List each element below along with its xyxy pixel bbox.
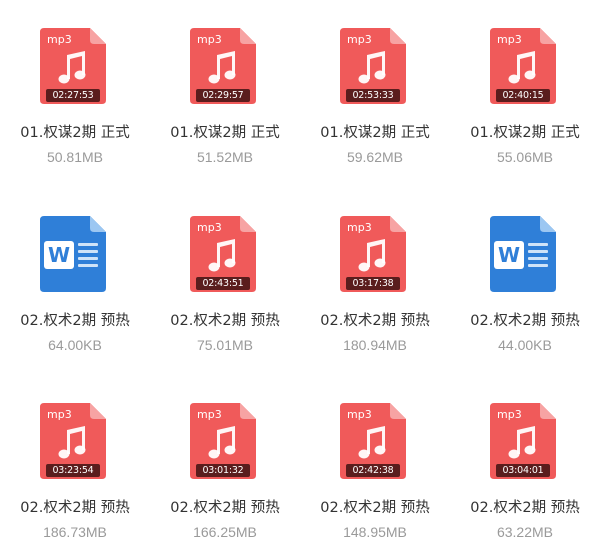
file-item[interactable]: mp3 03:23:54 02.权术2期 预热 186.73MB [0,375,150,554]
file-name: 02.权术2期 预热 [320,313,430,329]
file-name: 01.权谋2期 正式 [320,125,430,141]
file-size: 50.81MB [46,149,104,165]
duration-badge: 02:29:57 [196,89,250,102]
file-item[interactable]: mp3 02:53:33 01.权谋2期 正式 59.62MB [300,0,450,180]
file-size: 44.00KB [498,337,552,353]
file-item[interactable]: mp3 02:29:57 01.权谋2期 正式 51.52MB [150,0,300,180]
word-file-icon: W [40,216,106,292]
file-size: 186.73MB [43,524,107,540]
duration-badge: 03:01:32 [196,464,250,477]
file-name: 02.权术2期 预热 [20,313,130,329]
file-ext-label: mp3 [497,33,522,46]
file-item[interactable]: mp3 02:42:38 02.权术2期 预热 148.95MB [300,375,450,554]
file-item[interactable]: W 02.权术2期 预热 44.00KB [450,188,600,368]
file-name: 01.权谋2期 正式 [20,125,130,141]
mp3-file-icon: mp3 03:17:38 [340,216,406,292]
file-size: 59.62MB [346,149,404,165]
mp3-file-icon: mp3 03:04:01 [490,403,556,479]
file-name: 02.权术2期 预热 [170,500,280,516]
duration-badge: 02:42:38 [346,464,400,477]
word-file-icon: W [490,216,556,292]
file-name: 01.权谋2期 正式 [170,125,280,141]
file-ext-label: mp3 [197,221,222,234]
duration-badge: 03:23:54 [46,464,100,477]
file-name: 02.权术2期 预热 [20,500,130,516]
mp3-file-icon: mp3 03:23:54 [40,403,106,479]
file-name: 02.权术2期 预热 [170,313,280,329]
file-size: 148.95MB [343,524,407,540]
file-name: 01.权谋2期 正式 [470,125,580,141]
duration-badge: 02:53:33 [346,89,400,102]
file-ext-label: mp3 [497,408,522,421]
file-size: 75.01MB [196,337,254,353]
duration-badge: 02:43:51 [196,277,250,290]
file-name: 02.权术2期 预热 [470,500,580,516]
duration-badge: 02:40:15 [496,89,550,102]
file-item[interactable]: mp3 02:43:51 02.权术2期 预热 75.01MB [150,188,300,368]
file-size: 166.25MB [193,524,257,540]
mp3-file-icon: mp3 02:29:57 [190,28,256,104]
file-ext-label: mp3 [347,408,372,421]
mp3-file-icon: mp3 02:42:38 [340,403,406,479]
file-grid: mp3 02:27:53 01.权谋2期 正式 50.81MB mp3 02:29:… [0,0,600,554]
file-size: 55.06MB [496,149,554,165]
file-name: 02.权术2期 预热 [320,500,430,516]
file-item[interactable]: mp3 03:17:38 02.权术2期 预热 180.94MB [300,188,450,368]
file-ext-label: mp3 [197,33,222,46]
mp3-file-icon: mp3 02:43:51 [190,216,256,292]
mp3-file-icon: mp3 02:27:53 [40,28,106,104]
mp3-file-icon: mp3 02:40:15 [490,28,556,104]
file-item[interactable]: mp3 03:04:01 02.权术2期 预热 63.22MB [450,375,600,554]
file-ext-label: mp3 [347,33,372,46]
file-size: 51.52MB [196,149,254,165]
file-size: 63.22MB [496,524,554,540]
file-ext-label: mp3 [197,408,222,421]
file-item[interactable]: mp3 03:01:32 02.权术2期 预热 166.25MB [150,375,300,554]
file-ext-label: mp3 [47,408,72,421]
duration-badge: 03:04:01 [496,464,550,477]
file-size: 64.00KB [48,337,102,353]
file-item[interactable]: mp3 02:27:53 01.权谋2期 正式 50.81MB [0,0,150,180]
word-letter: W [498,243,520,267]
file-ext-label: mp3 [47,33,72,46]
duration-badge: 02:27:53 [46,89,100,102]
file-item[interactable]: mp3 02:40:15 01.权谋2期 正式 55.06MB [450,0,600,180]
file-name: 02.权术2期 预热 [470,313,580,329]
file-size: 180.94MB [343,337,407,353]
duration-badge: 03:17:38 [346,277,400,290]
word-letter: W [48,243,70,267]
file-item[interactable]: W 02.权术2期 预热 64.00KB [0,188,150,368]
file-ext-label: mp3 [347,221,372,234]
mp3-file-icon: mp3 03:01:32 [190,403,256,479]
mp3-file-icon: mp3 02:53:33 [340,28,406,104]
